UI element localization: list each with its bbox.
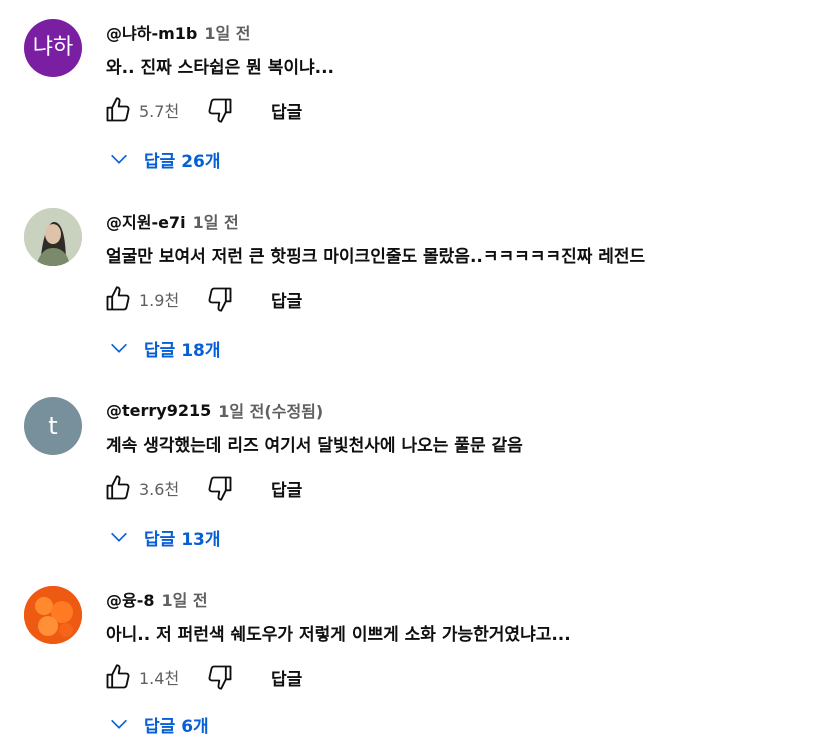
reply-button[interactable]: 답글 <box>265 661 308 694</box>
avatar[interactable] <box>24 586 82 644</box>
like-button[interactable] <box>101 471 135 505</box>
thumbs-up-icon <box>106 475 130 500</box>
view-replies-button[interactable]: 답글 13개 <box>108 520 221 554</box>
comment-header: @terry9215 1일 전 (수정됨) <box>106 398 323 422</box>
avatar-initials: 냐하 <box>32 35 74 60</box>
comment-actions: 1.4천 답글 <box>101 659 308 695</box>
comment-time[interactable]: 1일 전 <box>218 398 264 422</box>
avatar-photo-icon <box>24 208 82 266</box>
avatar[interactable] <box>24 208 82 266</box>
author-handle[interactable]: @terry9215 <box>106 401 211 420</box>
view-replies-button[interactable]: 답글 18개 <box>108 331 221 365</box>
chevron-down-icon <box>111 343 127 353</box>
comment-time[interactable]: 1일 전 <box>193 209 239 233</box>
avatar-initials: t <box>48 412 58 440</box>
replies-label: 답글 26개 <box>144 151 221 172</box>
replies-label: 답글 18개 <box>144 340 221 361</box>
thumbs-up-icon <box>106 664 130 689</box>
comment-text: 얼굴만 보여서 저런 큰 핫핑크 마이크인줄도 몰랐음..ㅋㅋㅋㅋㅋ진짜 레전드 <box>106 247 646 267</box>
dislike-button[interactable] <box>203 93 237 127</box>
replies-label: 답글 13개 <box>144 529 221 550</box>
like-count: 3.6천 <box>139 480 180 499</box>
comment-thread: @융-8 1일 전 아니.. 저 퍼런색 쉐도우가 저렇게 이쁘게 소화 가능한… <box>0 567 815 747</box>
thumbs-down-icon <box>208 98 232 123</box>
replies-label: 답글 6개 <box>144 716 209 737</box>
comment-thread: @지원-e7i 1일 전 얼굴만 보여서 저런 큰 핫핑크 마이크인줄도 몰랐음… <box>0 189 815 369</box>
comment-text: 계속 생각했는데 리즈 여기서 달빛천사에 나오는 풀문 같음 <box>106 436 523 456</box>
chevron-down-icon <box>111 719 127 729</box>
comment-header: @지원-e7i 1일 전 <box>106 209 239 233</box>
thumbs-up-icon <box>106 97 130 122</box>
comment-text: 와.. 진짜 스타쉽은 뭔 복이냐... <box>106 58 335 78</box>
comment-thread: t @terry9215 1일 전 (수정됨) 계속 생각했는데 리즈 여기서 … <box>0 378 815 558</box>
reply-button[interactable]: 답글 <box>265 94 308 127</box>
view-replies-button[interactable]: 답글 26개 <box>108 142 221 176</box>
like-button[interactable] <box>101 93 135 127</box>
reply-button[interactable]: 답글 <box>265 283 308 316</box>
avatar[interactable]: t <box>24 397 82 455</box>
comment-actions: 1.9천 답글 <box>101 281 308 317</box>
like-count: 5.7천 <box>139 102 180 121</box>
dislike-button[interactable] <box>203 282 237 316</box>
comment-actions: 5.7천 답글 <box>101 92 308 128</box>
author-handle[interactable]: @냐하-m1b <box>106 20 197 44</box>
like-count: 1.9천 <box>139 291 180 310</box>
thumbs-up-icon <box>106 286 130 311</box>
dislike-button[interactable] <box>203 471 237 505</box>
chevron-down-icon <box>111 154 127 164</box>
comment-actions: 3.6천 답글 <box>101 470 308 506</box>
chevron-down-icon <box>111 532 127 542</box>
thumbs-down-icon <box>208 287 232 312</box>
thumbs-down-icon <box>208 476 232 501</box>
comment-time[interactable]: 1일 전 <box>162 587 208 611</box>
avatar-photo-icon <box>24 586 82 644</box>
dislike-button[interactable] <box>203 660 237 694</box>
comment-header: @융-8 1일 전 <box>106 587 208 611</box>
view-replies-button[interactable]: 답글 6개 <box>108 707 209 741</box>
comment-thread: 냐하 @냐하-m1b 1일 전 와.. 진짜 스타쉽은 뭔 복이냐... 5.7… <box>0 0 815 180</box>
like-button[interactable] <box>101 282 135 316</box>
reply-button[interactable]: 답글 <box>265 472 308 505</box>
author-handle[interactable]: @융-8 <box>106 587 155 611</box>
author-handle[interactable]: @지원-e7i <box>106 209 186 233</box>
comment-header: @냐하-m1b 1일 전 <box>106 20 251 44</box>
avatar[interactable]: 냐하 <box>24 19 82 77</box>
like-count: 1.4천 <box>139 669 180 688</box>
thumbs-down-icon <box>208 665 232 690</box>
like-button[interactable] <box>101 660 135 694</box>
edited-label: (수정됨) <box>264 402 324 421</box>
comment-text: 아니.. 저 퍼런색 쉐도우가 저렇게 이쁘게 소화 가능한거였냐고... <box>106 625 571 645</box>
comment-time[interactable]: 1일 전 <box>204 20 250 44</box>
